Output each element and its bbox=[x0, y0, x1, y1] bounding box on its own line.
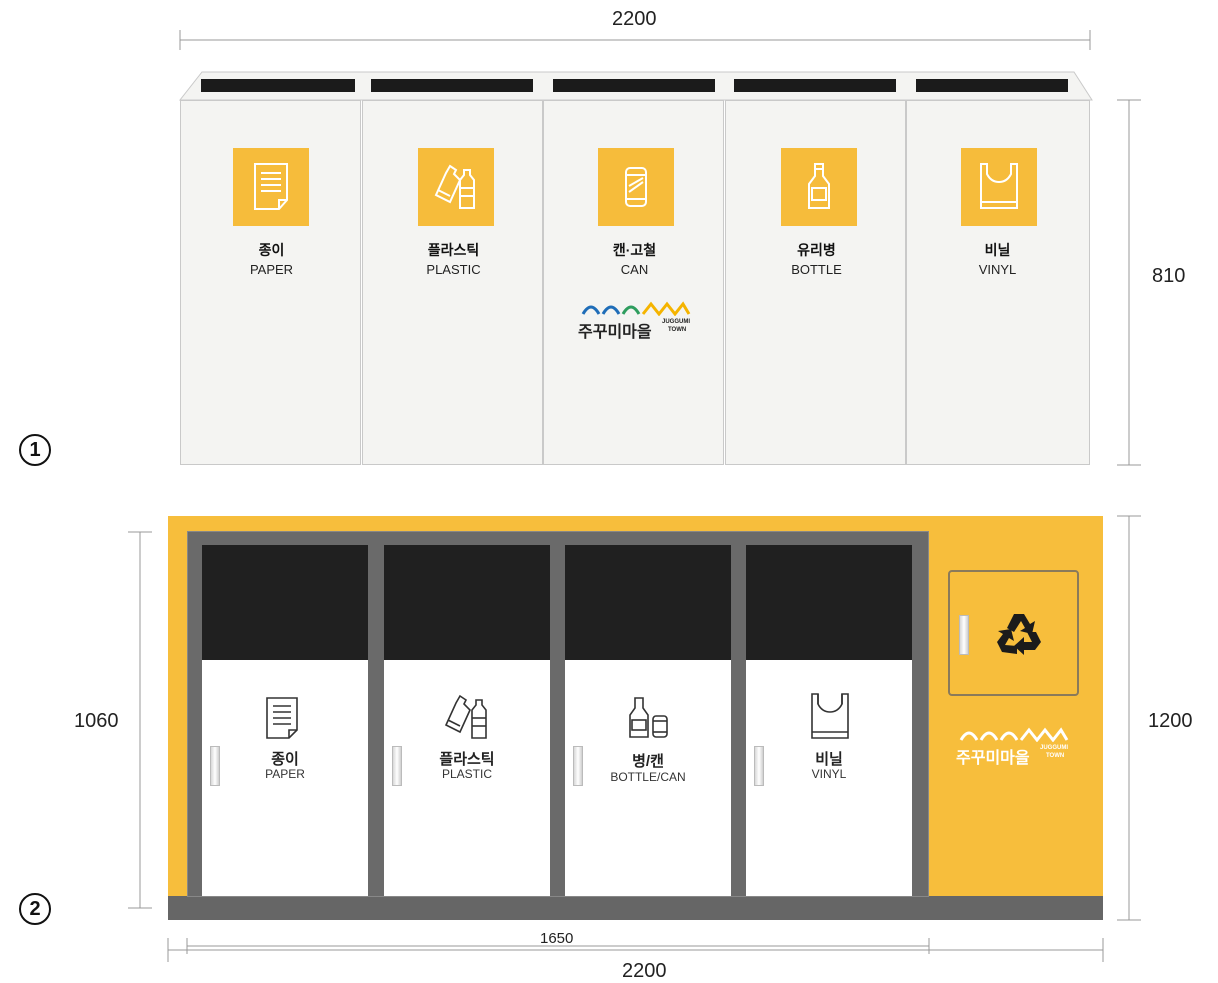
bin1-label-ko-5: 비닐 bbox=[984, 242, 1011, 258]
plastic-bottles-icon bbox=[444, 694, 487, 739]
bin2-inner-width-label: 1650 bbox=[540, 930, 574, 947]
bin1-label-en-4: BOTTLE bbox=[791, 262, 842, 277]
logo-text-en-bottom: TOWN bbox=[668, 327, 687, 333]
bin1-height-label: 810 bbox=[1152, 265, 1186, 287]
bin2-door-plastic[interactable]: 플라스틱 PLASTIC bbox=[384, 660, 550, 896]
bin2-width-label: 2200 bbox=[622, 960, 667, 982]
can-icon bbox=[598, 148, 674, 226]
bin1-compartment-bottle: 유리병 BOTTLE bbox=[725, 100, 906, 465]
logo-text-en-top: JUGGUMI bbox=[1040, 745, 1069, 751]
side-door-handle[interactable] bbox=[959, 615, 969, 655]
plastic-bag-icon bbox=[811, 693, 849, 739]
bin1-label-ko-1: 종이 bbox=[258, 242, 285, 258]
bin2-label-ko-2: 플라스틱 bbox=[439, 751, 495, 768]
bin2-label-ko-1: 종이 bbox=[271, 751, 299, 768]
bin1-slot-4 bbox=[734, 79, 896, 92]
bin1-compartment-can: 캔·고철 CAN 주꾸미마을 JUGGUMI TOWN bbox=[543, 100, 724, 465]
bin2-door-3-slot bbox=[565, 545, 731, 660]
bin1-slot-3 bbox=[553, 79, 715, 92]
bin1-label-ko-4: 유리병 bbox=[797, 242, 836, 258]
bin2-label-ko-4: 비닐 bbox=[815, 751, 843, 768]
bin2-door-bottle-can[interactable]: 병/캔 BOTTLE/CAN bbox=[565, 660, 731, 896]
bin1-compartment-plastic: 플라스틱 PLASTIC bbox=[362, 100, 543, 465]
bin1-label-ko-3: 캔·고철 bbox=[612, 242, 657, 258]
bin1-slot-2 bbox=[371, 79, 533, 92]
bin2-label-en-2: PLASTIC bbox=[441, 767, 492, 781]
recycle-icon bbox=[997, 614, 1041, 655]
bin1-label-ko-2: 플라스틱 bbox=[427, 242, 480, 258]
marker-2: 2 bbox=[19, 893, 51, 925]
bin2-base bbox=[168, 896, 1103, 920]
bin2-label-en-3: BOTTLE/CAN bbox=[610, 770, 686, 784]
bin1-label-en-5: VINYL bbox=[978, 262, 1017, 277]
paper-icon bbox=[266, 697, 298, 739]
bin1-compartment-vinyl: 비닐 VINYL bbox=[906, 100, 1090, 465]
bin2-label-ko-3: 병/캔 bbox=[632, 753, 664, 770]
bin2-right-height-label: 1200 bbox=[1148, 710, 1193, 732]
bin1-label-en-1: PAPER bbox=[249, 262, 294, 277]
bin1-compartment-paper: 종이 PAPER bbox=[180, 100, 361, 465]
bin2-left-height-label: 1060 bbox=[74, 710, 119, 732]
logo-text-en-bottom: TOWN bbox=[1046, 753, 1065, 759]
bin1-slot-5 bbox=[916, 79, 1068, 92]
juggumi-town-logo: 주꾸미마을 JUGGUMI TOWN bbox=[956, 724, 1076, 772]
bin2-label-en-4: VINYL bbox=[811, 767, 847, 781]
juggumi-town-logo: 주꾸미마을 JUGGUMI TOWN bbox=[578, 298, 694, 346]
logo-waves-icon bbox=[959, 727, 1069, 742]
bin2-side-door[interactable] bbox=[948, 570, 1079, 696]
bin2-label-en-1: PAPER bbox=[265, 767, 305, 781]
plastic-bottles-icon bbox=[418, 148, 494, 226]
logo-text-en-top: JUGGUMI bbox=[662, 319, 691, 325]
marker-1: 1 bbox=[19, 434, 51, 466]
bin2-door-paper[interactable]: 종이 PAPER bbox=[202, 660, 368, 896]
logo-text-ko: 주꾸미마을 bbox=[956, 750, 1030, 767]
bin2-door-2-slot bbox=[384, 545, 550, 660]
plastic-bag-icon bbox=[961, 148, 1037, 226]
bin2-door-1-slot bbox=[202, 545, 368, 660]
logo-waves-icon bbox=[581, 301, 691, 316]
bin2-door-vinyl[interactable]: 비닐 VINYL bbox=[746, 660, 912, 896]
paper-icon bbox=[233, 148, 309, 226]
bin1-label-en-2: PLASTIC bbox=[426, 262, 481, 277]
bottle-can-icon bbox=[629, 697, 668, 738]
bin2-door-4-slot bbox=[746, 545, 912, 660]
bin1-label-en-3: CAN bbox=[620, 262, 649, 277]
bin1-slot-1 bbox=[201, 79, 355, 92]
glass-bottle-icon bbox=[781, 148, 857, 226]
bin1-top-lid bbox=[178, 71, 1093, 101]
logo-text-ko: 주꾸미마을 bbox=[578, 324, 652, 341]
